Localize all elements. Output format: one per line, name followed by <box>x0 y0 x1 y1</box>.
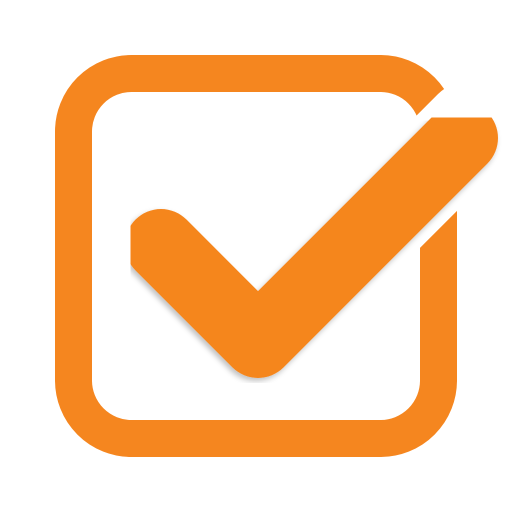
checked-checkbox-icon <box>0 0 512 512</box>
icon-canvas <box>0 0 512 512</box>
